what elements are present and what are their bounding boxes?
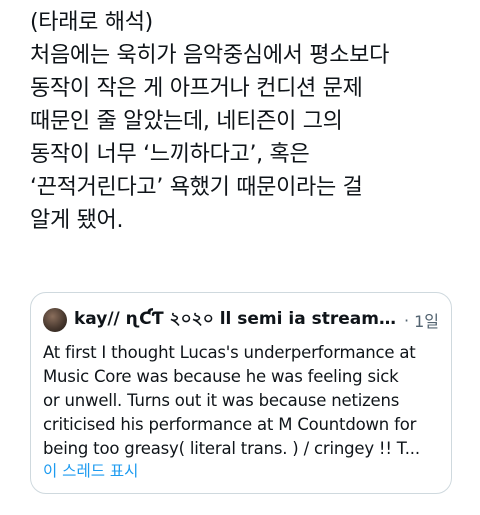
quote-line: At first I thought Lucas's underperforma… [43, 343, 416, 362]
separator-dot: · [404, 310, 410, 330]
avatar[interactable] [43, 308, 67, 332]
tweet-text: (타래로 해석) 처음에는 욱히가 음악중심에서 평소보다 동작이 작은 게 아… [30, 6, 470, 237]
tweet-line: 동작이 너무 ‘느끼하다고’, 혹은 [30, 142, 310, 167]
quoted-timestamp[interactable]: 1일 [414, 308, 439, 332]
tweet-line: (타래로 해석) [30, 10, 153, 35]
tweet-line: ‘끈적거린다고’ 욕했기 때문이라는 걸 [30, 175, 363, 200]
quoted-tweet-text: At first I thought Lucas's underperforma… [43, 341, 443, 461]
quote-line: or unwell. Turns out it was because neti… [43, 391, 400, 410]
tweet-line: 처음에는 욱히가 음악중심에서 평소보다 [30, 43, 390, 68]
quoted-tweet-header: kay// ɳƇƬ ২০২০ ll semi ia streaming... ·… [43, 305, 439, 335]
quoted-author-name[interactable]: kay// ɳƇƬ ২০২০ ll semi ia streaming... [74, 306, 399, 334]
tweet-line: 알게 됐어. [30, 208, 124, 233]
quote-line: being too greasy( literal trans. ) / cri… [43, 439, 420, 458]
show-thread-link[interactable]: 이 스레드 표시 [43, 459, 138, 481]
quote-line: Music Core was because he was feeling si… [43, 367, 399, 386]
tweet-line: 때문인 줄 알았는데, 네티즌이 그의 [30, 109, 343, 134]
quote-line: criticised his performance at M Countdow… [43, 415, 417, 434]
quoted-tweet-card[interactable]: kay// ɳƇƬ ২০২০ ll semi ia streaming... ·… [30, 292, 452, 494]
tweet-line: 동작이 작은 게 아프거나 컨디션 문제 [30, 76, 363, 101]
